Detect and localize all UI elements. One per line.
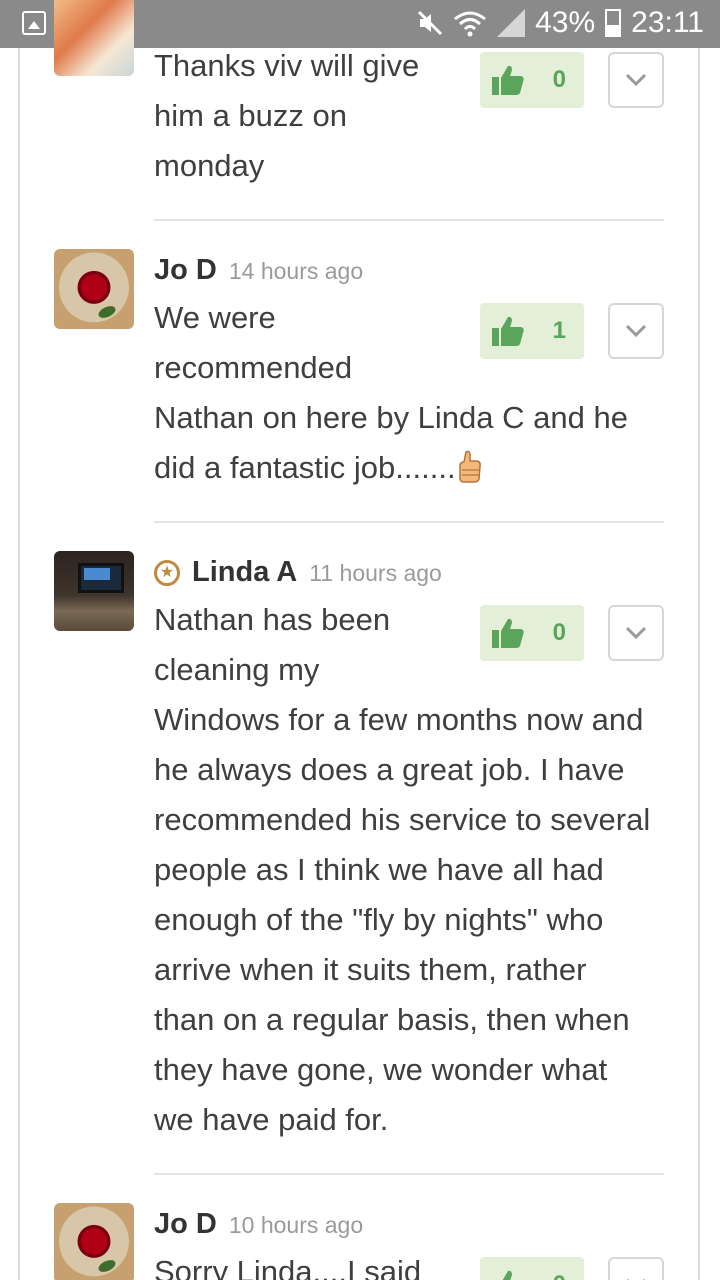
more-options-button[interactable] — [608, 1257, 664, 1280]
timestamp: 10 hours ago — [228, 1212, 364, 1238]
like-button[interactable]: 0 — [480, 1257, 584, 1280]
thumbs-up-icon — [502, 1270, 512, 1280]
comment-text: Sorry Linda....I said — [154, 1247, 421, 1280]
author-name[interactable]: Jo D — [154, 1208, 217, 1241]
like-count: 0 — [553, 1271, 566, 1280]
avatar[interactable] — [54, 1203, 134, 1280]
comment-line: Sorry Linda....I said — [154, 1254, 422, 1280]
comment-meta: Jo D 10 hours ago — [154, 1208, 363, 1241]
comment-item: Jo D 10 hours ago Sorry Linda....I said … — [54, 0, 664, 1280]
gallery-icon — [22, 11, 46, 35]
